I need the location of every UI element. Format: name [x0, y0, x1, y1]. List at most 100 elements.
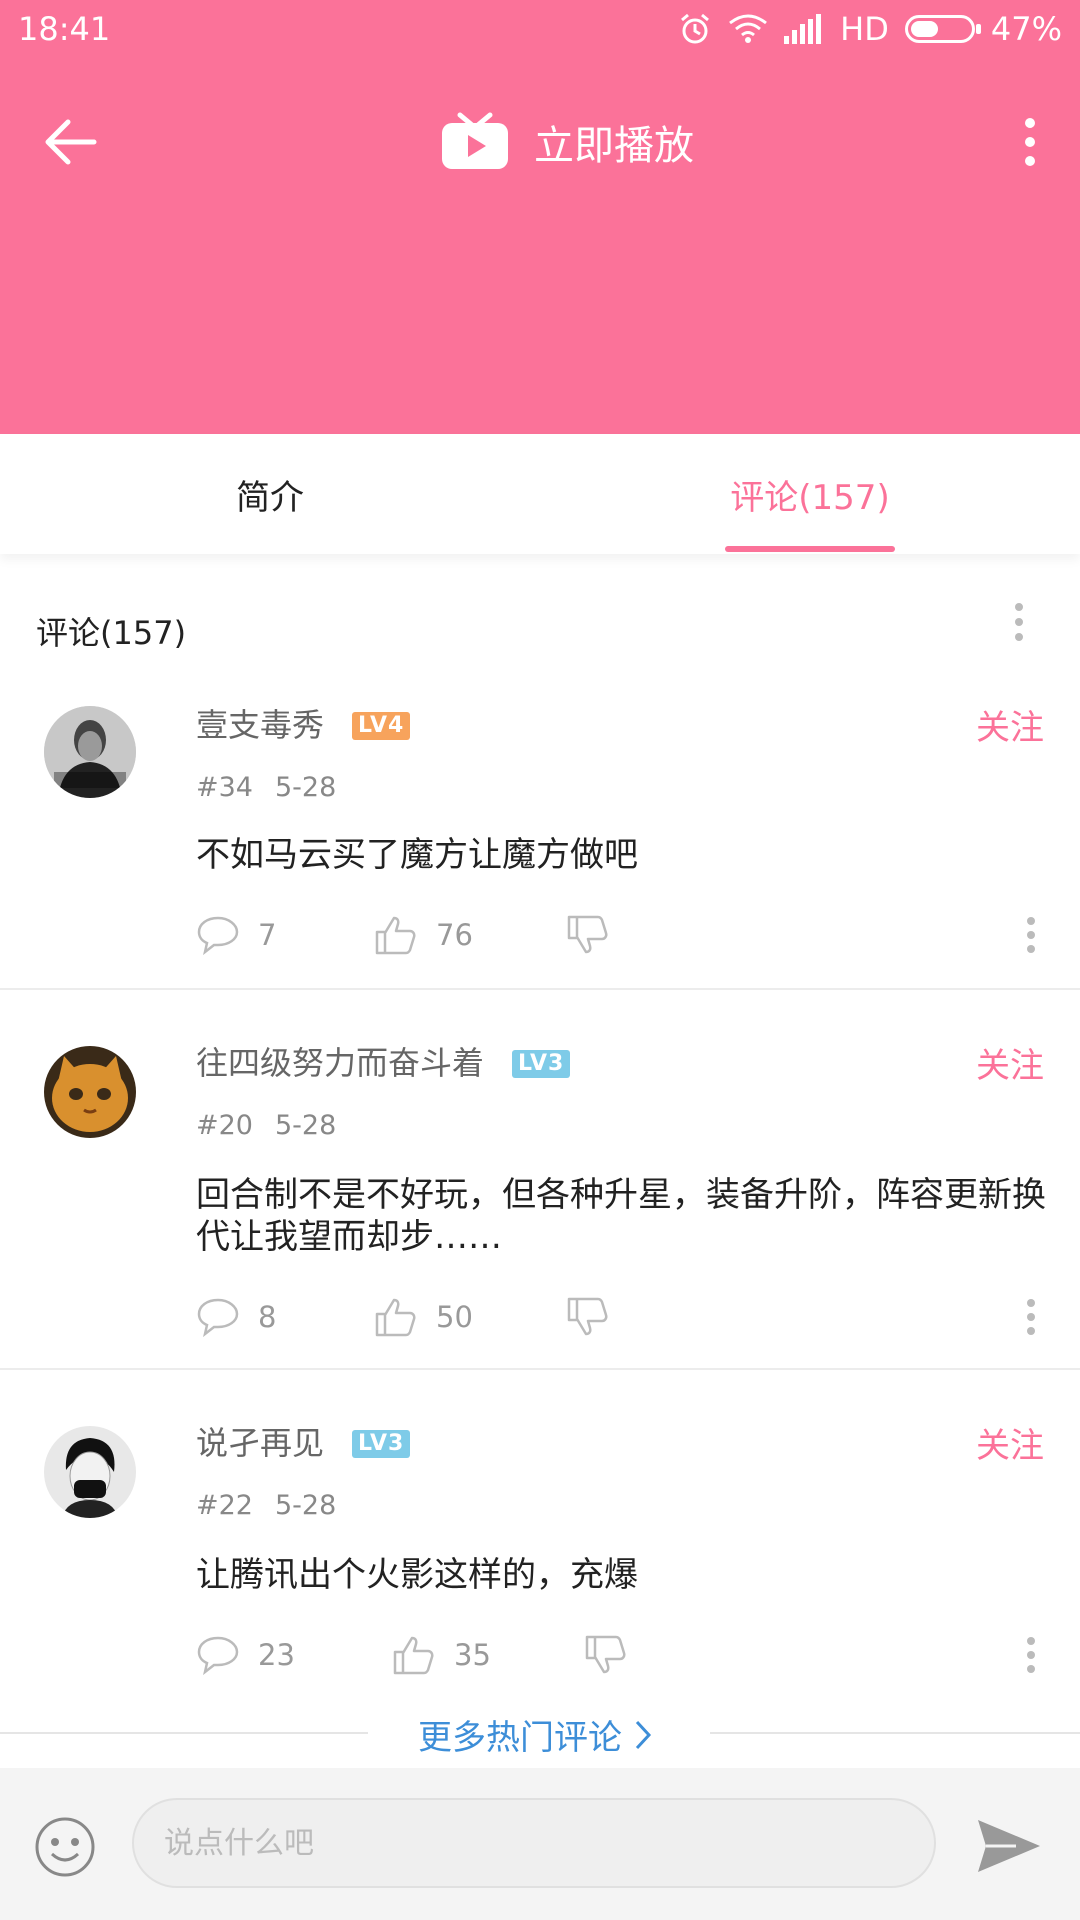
video-header: 18:41 HD 47% 立即播放 [0, 0, 1080, 434]
follow-button[interactable]: 关注 [976, 700, 1044, 749]
more-vertical-icon [1025, 118, 1035, 166]
username-text: 壹支毒秀 [196, 706, 325, 744]
level-badge: LV3 [352, 1430, 411, 1458]
comment-input[interactable] [132, 1798, 936, 1888]
thumbs-up-icon [375, 916, 416, 955]
comment-date: 5-28 [274, 1110, 337, 1141]
comment-item: 说孑再见 LV3 关注 #22 5-28 让腾讯出个火影这样的，充爆 23 35 [0, 1418, 1080, 1698]
dislike-button[interactable] [584, 1630, 628, 1680]
play-now-label: 立即播放 [534, 123, 694, 169]
username-text: 往四级努力而奋斗着 [196, 1044, 485, 1082]
comment-more-button[interactable] [1016, 1630, 1046, 1680]
reply-count: 23 [258, 1638, 295, 1672]
level-badge: LV3 [512, 1050, 571, 1078]
tab-bar: 简介 评论(157) [0, 434, 1080, 554]
avatar[interactable] [44, 1046, 136, 1138]
divider [710, 1732, 1080, 1734]
like-count: 76 [436, 918, 473, 952]
comment-more-button[interactable] [1016, 1292, 1046, 1342]
back-button[interactable] [44, 114, 124, 170]
comment-text: 让腾讯出个火影这样的，充爆 [196, 1555, 638, 1595]
comment-meta: #20 5-28 [196, 1110, 336, 1141]
thumbs-down-icon [585, 1635, 626, 1674]
like-button[interactable]: 76 [374, 910, 473, 960]
comment-username[interactable]: 说孑再见 LV3 [196, 1418, 411, 1464]
comment-text: 回合制不是不好玩，但各种升星，装备升阶，阵容更新换代让我望而却步…… [196, 1175, 1046, 1257]
like-button[interactable]: 50 [374, 1292, 473, 1342]
more-vertical-icon [1027, 917, 1035, 953]
comment-date: 5-28 [274, 772, 337, 803]
reply-button[interactable]: 8 [196, 1292, 276, 1342]
like-count: 50 [436, 1300, 473, 1334]
status-bar: 18:41 HD 47% [0, 0, 1080, 60]
comment-actions: 8 50 [196, 1292, 1046, 1342]
toolbar: 立即播放 [0, 92, 1080, 192]
reply-count: 8 [258, 1300, 277, 1334]
battery-percent: 47% [990, 10, 1062, 48]
comment-text: 不如马云买了魔方让魔方做吧 [196, 835, 638, 875]
more-hot-comments: 更多热门评论 [0, 1708, 1080, 1758]
comment-item: 往四级努力而奋斗着 LV3 关注 #20 5-28 回合制不是不好玩，但各种升星，装… [0, 1038, 1080, 1368]
username-text: 说孑再见 [196, 1424, 325, 1462]
comment-actions: 7 76 [196, 910, 1046, 960]
like-button[interactable]: 35 [392, 1630, 491, 1680]
comment-floor: #20 [196, 1110, 253, 1141]
avatar-image [44, 1426, 136, 1518]
reply-button[interactable]: 23 [196, 1630, 295, 1680]
tab-comments[interactable]: 评论(157) [700, 434, 920, 554]
follow-button[interactable]: 关注 [976, 1418, 1044, 1467]
comment-bubble-icon [197, 1636, 239, 1675]
divider [0, 988, 1080, 990]
send-icon [978, 1820, 1040, 1872]
emoji-icon [35, 1817, 95, 1877]
divider [0, 1732, 368, 1734]
reply-count: 7 [258, 918, 277, 952]
follow-button[interactable]: 关注 [976, 1038, 1044, 1087]
status-icons: HD 47% [678, 10, 1062, 48]
more-vertical-icon [1027, 1299, 1035, 1335]
thumbs-up-icon [375, 1298, 416, 1337]
comment-more-button[interactable] [1016, 910, 1046, 960]
comment-username[interactable]: 往四级努力而奋斗着 LV3 [196, 1038, 571, 1084]
more-hot-comments-link[interactable]: 更多热门评论 [418, 1710, 652, 1759]
thumbs-up-icon [393, 1636, 434, 1675]
tv-play-icon [442, 112, 508, 169]
like-count: 35 [454, 1638, 491, 1672]
emoji-button[interactable] [34, 1816, 96, 1878]
active-tab-indicator [725, 546, 895, 552]
reply-button[interactable]: 7 [196, 910, 276, 960]
avatar[interactable] [44, 706, 136, 798]
comment-meta: #34 5-28 [196, 772, 336, 803]
overflow-menu-button[interactable] [1010, 114, 1050, 170]
comment-floor: #22 [196, 1490, 253, 1521]
comment-bubble-icon [197, 1298, 239, 1337]
avatar-image [44, 1046, 136, 1138]
avatar[interactable] [44, 1426, 136, 1518]
dislike-button[interactable] [566, 910, 610, 960]
comments-section-title: 评论(157) [36, 614, 187, 652]
avatar-image [44, 706, 136, 798]
comment-meta: #22 5-28 [196, 1490, 336, 1521]
back-arrow-icon [45, 119, 97, 165]
comment-username[interactable]: 壹支毒秀 LV4 [196, 700, 411, 746]
level-badge: LV4 [352, 712, 411, 740]
dislike-button[interactable] [566, 1292, 610, 1342]
comment-date: 5-28 [274, 1490, 337, 1521]
divider [0, 1368, 1080, 1370]
comment-actions: 23 35 [196, 1630, 1046, 1680]
network-type: HD [840, 10, 889, 48]
more-hot-comments-label: 更多热门评论 [418, 1718, 622, 1758]
status-time: 18:41 [18, 10, 111, 48]
more-vertical-icon [1015, 603, 1023, 641]
tab-intro[interactable]: 简介 [160, 434, 380, 554]
thumbs-down-icon [567, 915, 608, 954]
signal-icon [784, 14, 824, 44]
comment-bubble-icon [197, 916, 239, 955]
comment-item: 壹支毒秀 LV4 关注 #34 5-28 不如马云买了魔方让魔方做吧 7 76 [0, 700, 1080, 988]
alarm-icon [678, 12, 712, 46]
section-more-button[interactable] [1012, 602, 1026, 646]
send-button[interactable] [976, 1816, 1042, 1876]
play-now-button[interactable]: 立即播放 [440, 110, 694, 174]
thumbs-down-icon [567, 1297, 608, 1336]
battery-icon [904, 15, 981, 43]
